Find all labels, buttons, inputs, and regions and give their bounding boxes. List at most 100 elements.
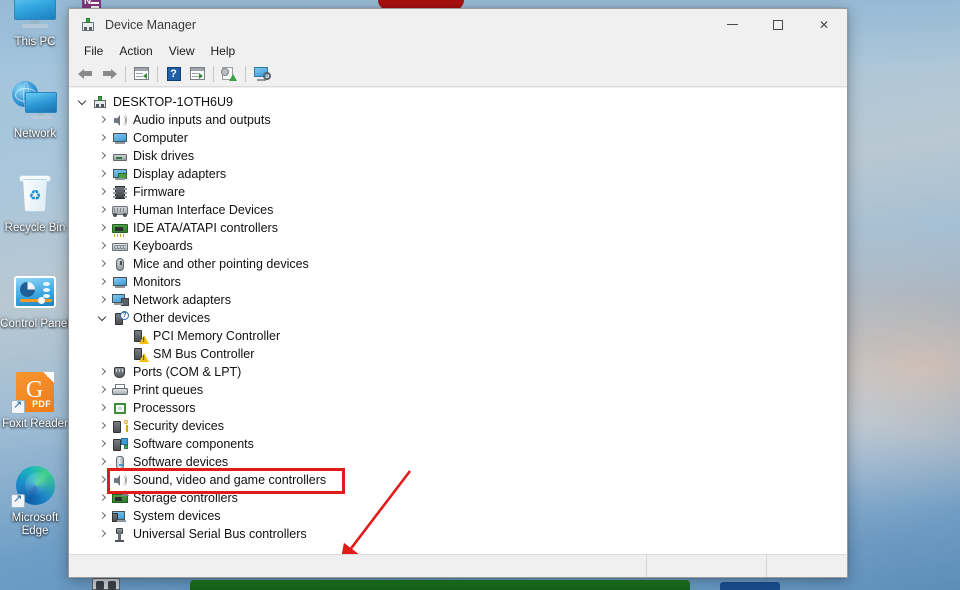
chevron-right-icon[interactable] (95, 273, 111, 291)
status-pane-3 (767, 555, 847, 577)
tree-item-label: Mice and other pointing devices (133, 257, 309, 271)
unknown-device-warning-icon (131, 328, 149, 344)
tree-item[interactable]: Ports (COM & LPT) (69, 363, 847, 381)
tree-item[interactable]: Print queues (69, 381, 847, 399)
menu-view[interactable]: View (161, 42, 203, 60)
tree-item[interactable]: Sound, video and game controllers (69, 471, 847, 489)
control-panel-icon (11, 268, 59, 316)
toolbar-separator (213, 65, 214, 82)
tree-item[interactable]: Firmware (69, 183, 847, 201)
tree-item[interactable]: ? Other devices (69, 309, 847, 327)
taskbar-blue-window[interactable] (720, 582, 780, 590)
tree-item[interactable]: Network adapters (69, 291, 847, 309)
chevron-down-icon[interactable] (75, 93, 91, 111)
hid-gamepad-icon (111, 202, 129, 218)
tree-item[interactable]: Display adapters (69, 165, 847, 183)
chevron-right-icon[interactable] (95, 381, 111, 399)
window-titlebar[interactable]: Device Manager ✕ (69, 9, 847, 40)
chevron-right-icon[interactable] (95, 201, 111, 219)
other-devices-icon: ? (111, 310, 129, 326)
desktop-icon-foxit-reader[interactable]: G PDF Foxit Reader (0, 368, 70, 431)
chevron-right-icon[interactable] (95, 417, 111, 435)
taskbar-green-window[interactable] (190, 580, 690, 590)
tree-item-label: Software components (133, 437, 254, 451)
chevron-right-icon[interactable] (95, 111, 111, 129)
tree-item[interactable]: PCI Memory Controller (69, 327, 847, 345)
tree-item[interactable]: Mice and other pointing devices (69, 255, 847, 273)
properties-button[interactable] (186, 63, 209, 85)
tree-item[interactable]: Storage controllers (69, 489, 847, 507)
tree-item[interactable]: Disk drives (69, 147, 847, 165)
chevron-right-icon[interactable] (95, 129, 111, 147)
tree-item-label: Monitors (133, 275, 181, 289)
tree-item[interactable]: Security devices (69, 417, 847, 435)
shortcut-overlay-icon (11, 398, 25, 414)
chevron-right-icon[interactable] (95, 435, 111, 453)
desktop-icon-label: Network (13, 128, 57, 140)
tree-item[interactable]: Human Interface Devices (69, 201, 847, 219)
tree-item-label: Sound, video and game controllers (133, 473, 327, 487)
chevron-right-icon[interactable] (95, 291, 111, 309)
close-button[interactable]: ✕ (801, 9, 847, 40)
computer-icon (111, 130, 129, 146)
desktop-icon-this-pc[interactable]: This PC (0, 0, 70, 49)
tree-item[interactable]: Universal Serial Bus controllers (69, 525, 847, 543)
chevron-right-icon[interactable] (95, 525, 111, 543)
window-title: Device Manager (105, 17, 197, 32)
menu-action[interactable]: Action (111, 42, 160, 60)
chevron-right-icon[interactable] (95, 453, 111, 471)
properties-icon (190, 67, 205, 80)
security-device-icon (111, 418, 129, 434)
desktop-icon-microsoft-edge[interactable]: Microsoft Edge (0, 462, 70, 537)
chevron-right-icon[interactable] (95, 219, 111, 237)
back-button[interactable] (74, 63, 97, 85)
speaker-icon (111, 472, 129, 488)
scan-hardware-button[interactable] (250, 63, 273, 85)
tree-item[interactable]: Monitors (69, 273, 847, 291)
tree-item-label: Computer (133, 131, 188, 145)
chevron-right-icon[interactable] (95, 183, 111, 201)
forward-button[interactable] (98, 63, 121, 85)
help-button[interactable]: ? (162, 63, 185, 85)
update-driver-button[interactable] (218, 63, 241, 85)
menu-file[interactable]: File (76, 42, 111, 60)
desktop-icon-network[interactable]: Network (0, 78, 70, 141)
tree-item[interactable]: SM Bus Controller (69, 345, 847, 363)
tree-item-label: Software devices (133, 455, 229, 469)
taskbar-icon-partial[interactable] (92, 578, 120, 590)
desktop-icon-recycle-bin[interactable]: ♻ Recycle Bin (0, 172, 70, 235)
chevron-right-icon[interactable] (95, 471, 111, 489)
menu-help[interactable]: Help (203, 42, 244, 60)
minimize-button[interactable] (709, 9, 755, 40)
tree-item-label: Processors (133, 401, 196, 415)
desktop-icon-label: This PC (14, 36, 56, 48)
tree-item[interactable]: Keyboards (69, 237, 847, 255)
tree-item[interactable]: Software devices (69, 453, 847, 471)
maximize-button[interactable] (755, 9, 801, 40)
tree-item[interactable]: IDE ATA/ATAPI controllers (69, 219, 847, 237)
chevron-right-icon[interactable] (95, 489, 111, 507)
monitor-device-icon (111, 274, 129, 290)
onenote-letter: N (84, 0, 92, 7)
tree-item[interactable]: Software components (69, 435, 847, 453)
tree-item[interactable]: DESKTOP-1OTH6U9 (69, 93, 847, 111)
disk-drive-icon (111, 148, 129, 164)
chevron-right-icon[interactable] (95, 399, 111, 417)
chevron-right-icon[interactable] (95, 165, 111, 183)
tree-item[interactable]: System devices (69, 507, 847, 525)
chevron-down-icon[interactable] (95, 309, 111, 327)
chevron-right-icon[interactable] (95, 255, 111, 273)
show-properties-button[interactable] (130, 63, 153, 85)
tree-item-label: Firmware (133, 185, 186, 199)
shortcut-overlay-icon (11, 492, 25, 508)
desktop-icon-control-panel[interactable]: Control Panel (0, 268, 70, 331)
tree-item[interactable]: Audio inputs and outputs (69, 111, 847, 129)
chevron-right-icon[interactable] (95, 147, 111, 165)
chevron-right-icon[interactable] (95, 237, 111, 255)
chevron-right-icon[interactable] (95, 363, 111, 381)
tree-item[interactable]: Computer (69, 129, 847, 147)
usb-controller-icon (111, 526, 129, 542)
tree-item[interactable]: Processors (69, 399, 847, 417)
chevron-right-icon[interactable] (95, 507, 111, 525)
tree-item-label: Security devices (133, 419, 225, 433)
